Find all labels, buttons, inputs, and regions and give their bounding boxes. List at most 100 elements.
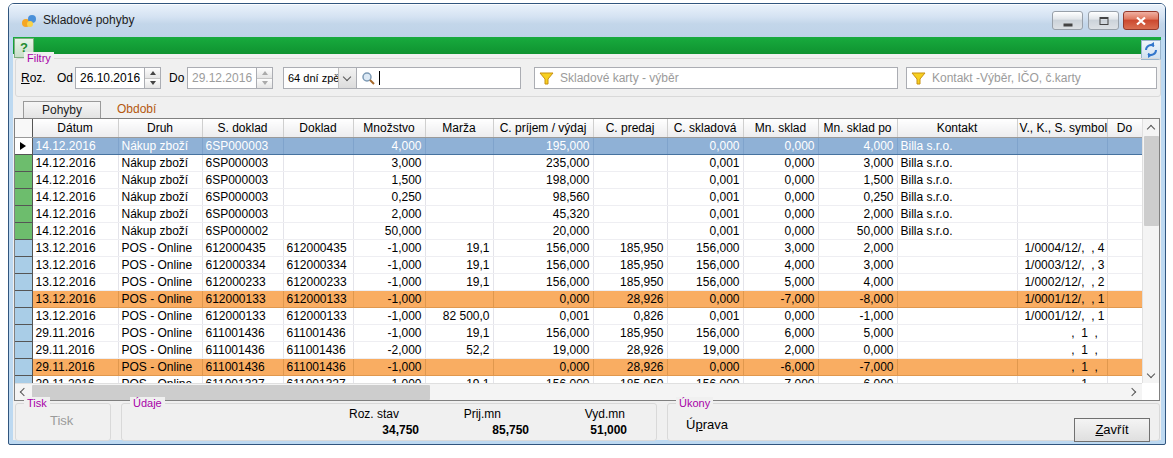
grid-cell[interactable]: Nákup zboží — [118, 205, 202, 222]
table-row[interactable]: 14.12.2016Nákup zboží6SP0000030,25098,56… — [15, 188, 1142, 205]
grid-cell[interactable]: 0,001 — [667, 188, 743, 205]
column-header[interactable]: Do — [1107, 119, 1142, 137]
grid-cell[interactable]: 5,000 — [818, 324, 897, 341]
grid-cell[interactable]: 0,001 — [667, 307, 743, 324]
grid-cell[interactable]: 19,1 — [425, 256, 493, 273]
grid-cell[interactable] — [593, 188, 667, 205]
grid-cell[interactable] — [1017, 171, 1107, 188]
grid-cell[interactable] — [897, 324, 1017, 341]
grid-cell[interactable]: 19,1 — [425, 375, 493, 383]
grid-cell[interactable]: -8,000 — [818, 290, 897, 307]
grid-cell[interactable]: 0,826 — [593, 307, 667, 324]
grid-cell[interactable]: 612000334 — [202, 256, 283, 273]
grid-cell[interactable] — [425, 290, 493, 307]
date-from-input[interactable]: 26.10.2016 — [75, 67, 145, 89]
grid-cell[interactable]: 19,1 — [425, 324, 493, 341]
grid-cell[interactable]: 45,320 — [493, 205, 593, 222]
grid-cell[interactable] — [425, 137, 493, 154]
row-selector[interactable] — [15, 205, 32, 222]
grid-cell[interactable]: -7,000 — [818, 358, 897, 375]
grid-cell[interactable] — [1017, 137, 1107, 154]
grid-cell[interactable]: 611001436 — [202, 358, 283, 375]
grid-cell[interactable]: 612000435 — [202, 239, 283, 256]
grid-cell[interactable]: 14.12.2016 — [32, 222, 118, 239]
grid-cell[interactable]: POS - Online — [118, 307, 202, 324]
search-input[interactable] — [356, 67, 521, 89]
grid-cell[interactable]: 3,000 — [353, 154, 425, 171]
grid-cell[interactable]: 28,926 — [593, 358, 667, 375]
grid-cell[interactable]: 0,000 — [667, 290, 743, 307]
tab-obdobi[interactable]: Období — [117, 102, 156, 116]
grid-cell[interactable]: -1,000 — [353, 290, 425, 307]
table-row[interactable]: 13.12.2016POS - Online612000233612000233… — [15, 273, 1142, 290]
date-to-input[interactable]: 29.12.2016 — [187, 67, 257, 89]
grid-cell[interactable]: -1,000 — [353, 256, 425, 273]
grid-cell[interactable]: 19,1 — [425, 273, 493, 290]
column-header[interactable]: Dátum — [32, 119, 118, 137]
grid-cell[interactable]: 0,000 — [818, 341, 897, 358]
grid-cell[interactable] — [897, 239, 1017, 256]
grid-cell[interactable]: 156,000 — [493, 239, 593, 256]
grid-cell[interactable]: 185,950 — [593, 239, 667, 256]
grid-cell[interactable]: 19,000 — [493, 341, 593, 358]
grid-cell[interactable] — [1017, 154, 1107, 171]
grid-cell[interactable]: 1/0002/12/, , 2 — [1017, 273, 1107, 290]
grid-cell[interactable] — [283, 205, 353, 222]
grid-cell[interactable]: 29.11.2016 — [32, 358, 118, 375]
grid-cell[interactable] — [425, 222, 493, 239]
minimize-button[interactable] — [1052, 11, 1083, 30]
grid-cell[interactable] — [1107, 341, 1142, 358]
table-row[interactable]: 14.12.2016Nákup zboží6SP0000032,00045,32… — [15, 205, 1142, 222]
grid-cell[interactable]: , 1 , — [1017, 375, 1107, 383]
table-row[interactable]: 14.12.2016Nákup zboží6SP000002 50,000 20,0… — [15, 222, 1142, 239]
grid-cell[interactable]: 156,000 — [667, 256, 743, 273]
grid-cell[interactable]: POS - Online — [118, 290, 202, 307]
table-row[interactable]: 14.12.2016Nákup zboží6SP0000034,000195,0… — [15, 137, 1142, 154]
grid-cell[interactable] — [425, 171, 493, 188]
grid-cell[interactable]: Nákup zboží — [118, 154, 202, 171]
zavrit-button[interactable]: Zavřít — [1074, 418, 1150, 442]
grid-cell[interactable]: 6SP000003 — [202, 154, 283, 171]
column-header[interactable]: Druh — [118, 119, 202, 137]
grid-cell[interactable]: 82 500,0 — [425, 307, 493, 324]
grid-cell[interactable] — [593, 222, 667, 239]
grid-cell[interactable] — [1107, 137, 1142, 154]
grid-cell[interactable]: 1/0004/12/, , 4 — [1017, 239, 1107, 256]
grid-cell[interactable]: 0,001 — [493, 307, 593, 324]
table-row[interactable]: 13.12.2016POS - Online612000133612000133… — [15, 290, 1142, 307]
grid-cell[interactable]: POS - Online — [118, 324, 202, 341]
grid-cell[interactable]: 3,000 — [818, 256, 897, 273]
grid-cell[interactable]: 0,000 — [743, 188, 818, 205]
grid-cell[interactable]: 4,000 — [818, 137, 897, 154]
grid-cell[interactable]: 0,001 — [667, 205, 743, 222]
grid-cell[interactable]: POS - Online — [118, 273, 202, 290]
grid-cell[interactable]: 6SP000002 — [202, 222, 283, 239]
grid-cell[interactable]: 50,000 — [353, 222, 425, 239]
grid-cell[interactable]: 4,000 — [818, 273, 897, 290]
grid-cell[interactable]: 6SP000003 — [202, 171, 283, 188]
grid-cell[interactable]: 612000133 — [202, 307, 283, 324]
grid-cell[interactable] — [283, 154, 353, 171]
grid-cell[interactable]: -1,000 — [353, 324, 425, 341]
roz-link[interactable]: Roz. — [21, 71, 46, 85]
grid-cell[interactable]: 0,250 — [818, 188, 897, 205]
grid-cell[interactable]: 0,000 — [743, 171, 818, 188]
grid-cell[interactable]: 611001436 — [283, 341, 353, 358]
refresh-button[interactable] — [1141, 40, 1161, 60]
column-header[interactable]: S. doklad — [202, 119, 283, 137]
grid-cell[interactable]: 13.12.2016 — [32, 273, 118, 290]
grid-cell[interactable] — [897, 256, 1017, 273]
grid-cell[interactable]: 611001436 — [283, 358, 353, 375]
maximize-button[interactable] — [1088, 11, 1119, 30]
grid-cell[interactable]: 5,000 — [743, 273, 818, 290]
grid-cell[interactable]: Nákup zboží — [118, 171, 202, 188]
grid-cell[interactable] — [1107, 171, 1142, 188]
grid-cell[interactable]: Nákup zboží — [118, 222, 202, 239]
grid-cell[interactable]: 185,950 — [593, 256, 667, 273]
grid-cell[interactable]: 6SP000003 — [202, 137, 283, 154]
column-header[interactable]: Marža — [425, 119, 493, 137]
grid-cell[interactable]: POS - Online — [118, 239, 202, 256]
grid-cell[interactable]: 0,001 — [667, 154, 743, 171]
grid-cell[interactable]: 0,001 — [667, 171, 743, 188]
grid-cell[interactable]: 20,000 — [493, 222, 593, 239]
